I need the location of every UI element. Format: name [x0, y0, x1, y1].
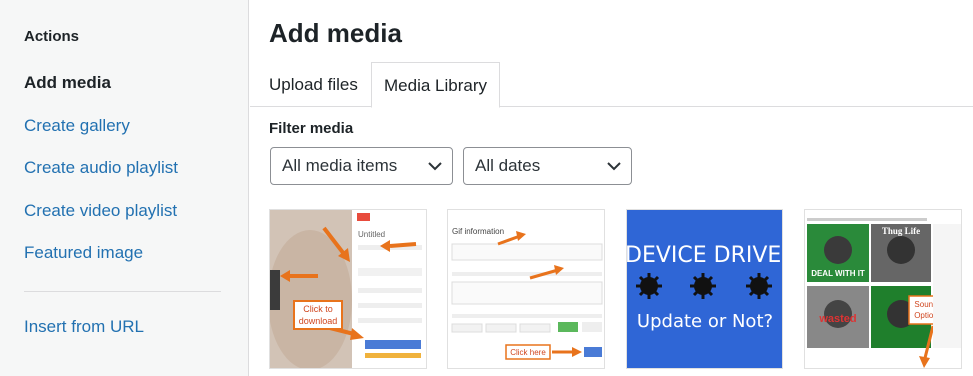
actions-sidebar: Actions Add media Create gallery Create …	[0, 0, 249, 376]
media-type-select[interactable]: All media items	[270, 147, 453, 185]
date-value: All dates	[475, 156, 541, 175]
sidebar-item-insert-from-url[interactable]: Insert from URL	[24, 317, 144, 337]
sidebar-item-create-video-playlist[interactable]: Create video playlist	[24, 201, 177, 221]
sidebar-item-create-audio-playlist[interactable]: Create audio playlist	[24, 158, 178, 178]
sidebar-heading: Actions	[24, 28, 80, 45]
thumb-callout-text: Click here	[510, 348, 546, 357]
media-tabs: Upload files Media Library	[250, 62, 973, 108]
media-thumbnail-device-driver[interactable]: DEVICE DRIVER Update or Not?	[626, 209, 783, 369]
media-thumbnail-download-guide[interactable]: Untitled Click to download	[269, 209, 427, 369]
media-modal-content: Add media Upload files Media Library Fil…	[250, 0, 973, 376]
device-driver-image: DEVICE DRIVER Update or Not?	[627, 210, 783, 368]
tab-media-library[interactable]: Media Library	[371, 62, 500, 108]
media-thumbnail-gif-information[interactable]: Gif information Click here	[447, 209, 605, 369]
thumb-callout-line2: download	[299, 316, 338, 326]
thumb-header-text: Gif information	[452, 227, 504, 236]
gif-information-image: Gif information Click here	[448, 210, 604, 368]
driver-title-text: DEVICE DRIVER	[627, 243, 783, 268]
thumb-header-text: Untitled	[358, 230, 385, 239]
tile-label: Thug Life	[882, 226, 920, 236]
media-type-value: All media items	[282, 156, 398, 175]
download-guide-image: Untitled Click to download	[270, 210, 426, 368]
sidebar-item-create-gallery[interactable]: Create gallery	[24, 116, 130, 136]
tile-label: DEAL WITH IT	[811, 269, 865, 278]
sound-option-image: DEAL WITH IT Thug Life wasted Sound Opti…	[805, 210, 961, 368]
sidebar-divider	[24, 291, 221, 292]
filter-media-label: Filter media	[269, 120, 354, 137]
tile-label: wasted	[818, 313, 856, 325]
tab-upload-files[interactable]: Upload files	[257, 62, 370, 107]
date-select[interactable]: All dates	[463, 147, 632, 185]
sidebar-item-featured-image[interactable]: Featured image	[24, 243, 143, 263]
media-thumbnail-sound-option[interactable]: DEAL WITH IT Thug Life wasted Sound Opti…	[804, 209, 962, 369]
thumb-callout-line1: Click to	[303, 304, 333, 314]
page-title: Add media	[269, 18, 402, 48]
chevron-down-icon	[607, 148, 621, 184]
driver-subtitle-text: Update or Not?	[637, 311, 773, 332]
chevron-down-icon	[428, 148, 442, 184]
sidebar-item-add-media[interactable]: Add media	[24, 73, 111, 93]
